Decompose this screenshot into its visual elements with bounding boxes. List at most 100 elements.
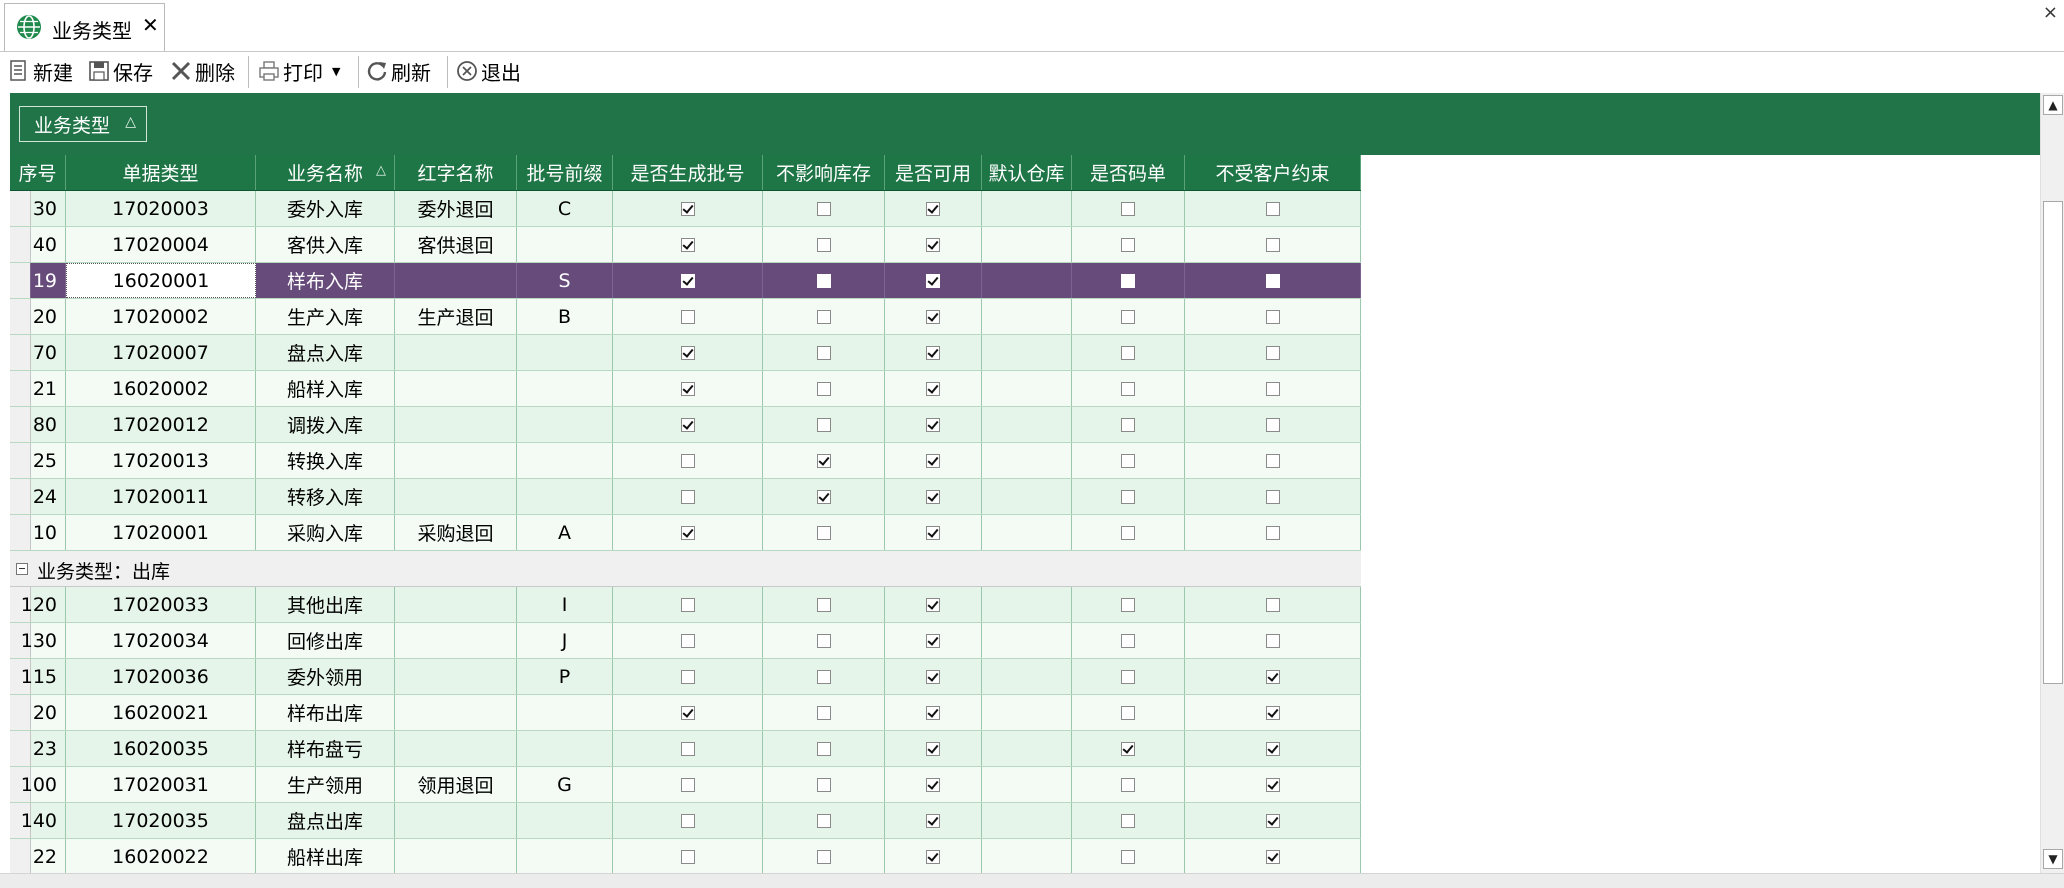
cell-prefix[interactable] bbox=[517, 695, 613, 730]
cell-doc[interactable]: 17020013 bbox=[66, 443, 256, 478]
cell-doc[interactable]: 17020012 bbox=[66, 407, 256, 442]
cell-doc[interactable]: 17020003 bbox=[66, 191, 256, 226]
cell-gen_batch[interactable] bbox=[613, 479, 763, 514]
cell-name[interactable]: 样布入库 bbox=[256, 263, 395, 298]
checkbox-unchecked[interactable] bbox=[1121, 813, 1135, 828]
checkbox-unchecked[interactable] bbox=[680, 633, 695, 648]
cell-prefix[interactable]: C bbox=[517, 191, 613, 226]
checkbox-checked[interactable] bbox=[926, 273, 940, 288]
cell-doc[interactable]: 16020021 bbox=[66, 695, 256, 730]
cell-seq[interactable]: 100 bbox=[21, 767, 66, 802]
checkbox-unchecked[interactable] bbox=[1265, 489, 1280, 504]
cell-doc[interactable]: 17020035 bbox=[66, 803, 256, 838]
cell-code_doc[interactable] bbox=[1072, 587, 1185, 622]
cell-red[interactable]: 领用退回 bbox=[395, 767, 517, 802]
cell-gen_batch[interactable] bbox=[613, 515, 763, 550]
checkbox-unchecked[interactable] bbox=[1121, 453, 1135, 468]
cell-no_customer[interactable] bbox=[1185, 443, 1361, 478]
checkbox-checked[interactable] bbox=[926, 417, 940, 432]
cell-enabled[interactable] bbox=[885, 803, 982, 838]
cell-doc[interactable]: 16020022 bbox=[66, 839, 256, 874]
cell-warehouse[interactable] bbox=[982, 803, 1072, 838]
cell-seq[interactable]: 130 bbox=[21, 623, 66, 658]
cell-gen_batch[interactable] bbox=[613, 443, 763, 478]
cell-enabled[interactable] bbox=[885, 263, 982, 298]
checkbox-unchecked[interactable] bbox=[1121, 417, 1135, 432]
cell-code_doc[interactable] bbox=[1072, 407, 1185, 442]
cell-gen_batch[interactable] bbox=[613, 839, 763, 874]
checkbox-checked[interactable] bbox=[926, 705, 940, 720]
checkbox-unchecked[interactable] bbox=[680, 813, 695, 828]
cell-name[interactable]: 客供入库 bbox=[256, 227, 395, 262]
cell-enabled[interactable] bbox=[885, 659, 982, 694]
checkbox-unchecked[interactable] bbox=[1121, 669, 1135, 684]
cell-seq[interactable]: 70 bbox=[31, 335, 66, 370]
cell-no_stock[interactable] bbox=[763, 299, 885, 334]
checkbox-unchecked[interactable] bbox=[816, 849, 831, 864]
cell-code_doc[interactable] bbox=[1072, 839, 1185, 874]
checkbox-unchecked[interactable] bbox=[1265, 273, 1280, 288]
exit-button[interactable]: 退出 bbox=[456, 56, 521, 86]
checkbox-unchecked[interactable] bbox=[1121, 525, 1135, 540]
checkbox-unchecked[interactable] bbox=[1265, 237, 1280, 252]
print-button[interactable]: 打印 ▼ bbox=[258, 56, 340, 86]
column-header-gen_batch[interactable]: 是否生成批号 bbox=[613, 155, 763, 190]
checkbox-checked[interactable] bbox=[926, 849, 940, 864]
cell-gen_batch[interactable] bbox=[613, 731, 763, 766]
column-header-prefix[interactable]: 批号前缀 bbox=[517, 155, 613, 190]
cell-no_customer[interactable] bbox=[1185, 407, 1361, 442]
table-row[interactable]: 80 17020012 调拨入库 bbox=[10, 407, 1361, 443]
cell-doc[interactable]: 16020035 bbox=[66, 731, 256, 766]
cell-warehouse[interactable] bbox=[982, 263, 1072, 298]
cell-prefix[interactable]: I bbox=[517, 587, 613, 622]
vertical-scrollbar[interactable]: ▲ ▼ bbox=[2040, 93, 2064, 873]
cell-red[interactable] bbox=[395, 803, 517, 838]
cell-no_customer[interactable] bbox=[1185, 587, 1361, 622]
checkbox-unchecked[interactable] bbox=[680, 741, 695, 756]
checkbox-unchecked[interactable] bbox=[680, 777, 695, 792]
checkbox-checked[interactable] bbox=[1265, 741, 1280, 756]
cell-no_stock[interactable] bbox=[763, 623, 885, 658]
cell-no_customer[interactable] bbox=[1185, 803, 1361, 838]
cell-red[interactable] bbox=[395, 623, 517, 658]
column-header-seq[interactable]: 序号 bbox=[10, 155, 66, 190]
cell-gen_batch[interactable] bbox=[613, 623, 763, 658]
checkbox-checked[interactable] bbox=[926, 741, 940, 756]
cell-red[interactable]: 生产退回 bbox=[395, 299, 517, 334]
column-header-red[interactable]: 红字名称 bbox=[395, 155, 517, 190]
cell-warehouse[interactable] bbox=[982, 479, 1072, 514]
cell-enabled[interactable] bbox=[885, 407, 982, 442]
cell-doc[interactable]: 16020002 bbox=[66, 371, 256, 406]
cell-no_customer[interactable] bbox=[1185, 191, 1361, 226]
cell-warehouse[interactable] bbox=[982, 191, 1072, 226]
cell-prefix[interactable]: B bbox=[517, 299, 613, 334]
cell-red[interactable] bbox=[395, 371, 517, 406]
cell-gen_batch[interactable] bbox=[613, 227, 763, 262]
cell-no_customer[interactable] bbox=[1185, 515, 1361, 550]
cell-name[interactable]: 委外领用 bbox=[256, 659, 395, 694]
cell-warehouse[interactable] bbox=[982, 731, 1072, 766]
cell-no_customer[interactable] bbox=[1185, 335, 1361, 370]
cell-warehouse[interactable] bbox=[982, 839, 1072, 874]
cell-warehouse[interactable] bbox=[982, 299, 1072, 334]
checkbox-unchecked[interactable] bbox=[1121, 237, 1135, 252]
cell-no_customer[interactable] bbox=[1185, 263, 1361, 298]
table-row[interactable]: 115 17020036 委外领用 P bbox=[10, 659, 1361, 695]
checkbox-checked[interactable] bbox=[680, 525, 695, 540]
checkbox-checked[interactable] bbox=[926, 453, 940, 468]
scrollbar-thumb[interactable] bbox=[2043, 201, 2063, 684]
cell-enabled[interactable] bbox=[885, 191, 982, 226]
column-header-code_doc[interactable]: 是否码单 bbox=[1072, 155, 1185, 190]
cell-no_customer[interactable] bbox=[1185, 299, 1361, 334]
cell-gen_batch[interactable] bbox=[613, 335, 763, 370]
cell-red[interactable] bbox=[395, 659, 517, 694]
table-row[interactable]: 20 17020002 生产入库 生产退回 B bbox=[10, 299, 1361, 335]
checkbox-unchecked[interactable] bbox=[816, 381, 831, 396]
checkbox-unchecked[interactable] bbox=[680, 597, 695, 612]
cell-prefix[interactable] bbox=[517, 479, 613, 514]
checkbox-unchecked[interactable] bbox=[1121, 849, 1135, 864]
tab-business-type[interactable]: 业务类型 ✕ bbox=[4, 3, 165, 51]
cell-code_doc[interactable] bbox=[1072, 515, 1185, 550]
column-header-name[interactable]: 业务名称 △ bbox=[256, 155, 395, 190]
checkbox-unchecked[interactable] bbox=[1121, 309, 1135, 324]
